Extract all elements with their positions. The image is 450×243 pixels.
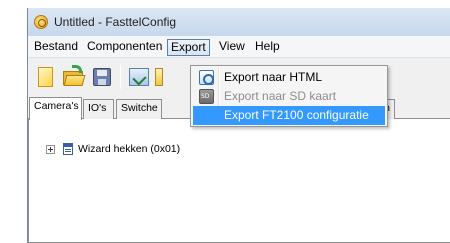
tab-cameras[interactable]: Camera's — [29, 97, 82, 120]
html-export-icon — [199, 70, 214, 85]
connect-button[interactable] — [127, 65, 151, 89]
menu-item-export-html[interactable]: Export naar HTML — [193, 68, 385, 87]
menu-help[interactable]: Help — [252, 39, 283, 56]
open-button[interactable] — [61, 65, 86, 89]
menu-export[interactable]: Export — [167, 39, 210, 56]
connect-icon — [129, 68, 149, 86]
save-button[interactable] — [90, 65, 114, 89]
app-icon — [34, 15, 48, 29]
title-bar[interactable]: Untitled - FasttelConfig — [28, 8, 450, 36]
tree-node-label[interactable]: Wizard hekken (0x01) — [78, 143, 180, 155]
expand-plus-icon[interactable] — [46, 145, 55, 154]
save-icon — [93, 68, 111, 86]
partial-toolbar-button[interactable] — [153, 65, 177, 89]
sd-card-icon — [199, 89, 214, 104]
toolbar-separator — [120, 65, 121, 89]
tab-switches[interactable]: Switche — [116, 99, 162, 119]
menu-item-export-sd[interactable]: Export naar SD kaart — [193, 87, 385, 106]
menu-componenten[interactable]: Componenten — [84, 39, 165, 56]
tab-ios[interactable]: IO's — [83, 99, 114, 119]
menu-item-label: Export naar SD kaart — [224, 89, 337, 103]
window-title: Untitled - FasttelConfig — [54, 15, 177, 29]
new-file-icon — [38, 67, 53, 87]
export-dropdown-menu: Export naar HTML Export naar SD kaart Ex… — [190, 65, 388, 127]
app-window: Untitled - FasttelConfig Bestand Compone… — [27, 8, 450, 243]
menu-bestand[interactable]: Bestand — [31, 39, 81, 56]
menu-bar: Bestand Componenten Export View Help — [28, 36, 450, 58]
device-icon — [63, 143, 73, 155]
menu-view[interactable]: View — [216, 39, 248, 56]
menu-item-label: Export FT2100 configuratie — [224, 108, 369, 122]
new-button[interactable] — [33, 65, 57, 89]
menu-item-export-ft2100[interactable]: Export FT2100 configuratie — [193, 106, 385, 125]
partial-icon — [155, 68, 163, 86]
menu-item-label: Export naar HTML — [224, 70, 323, 84]
tree-panel: Wizard hekken (0x01) — [28, 119, 450, 243]
